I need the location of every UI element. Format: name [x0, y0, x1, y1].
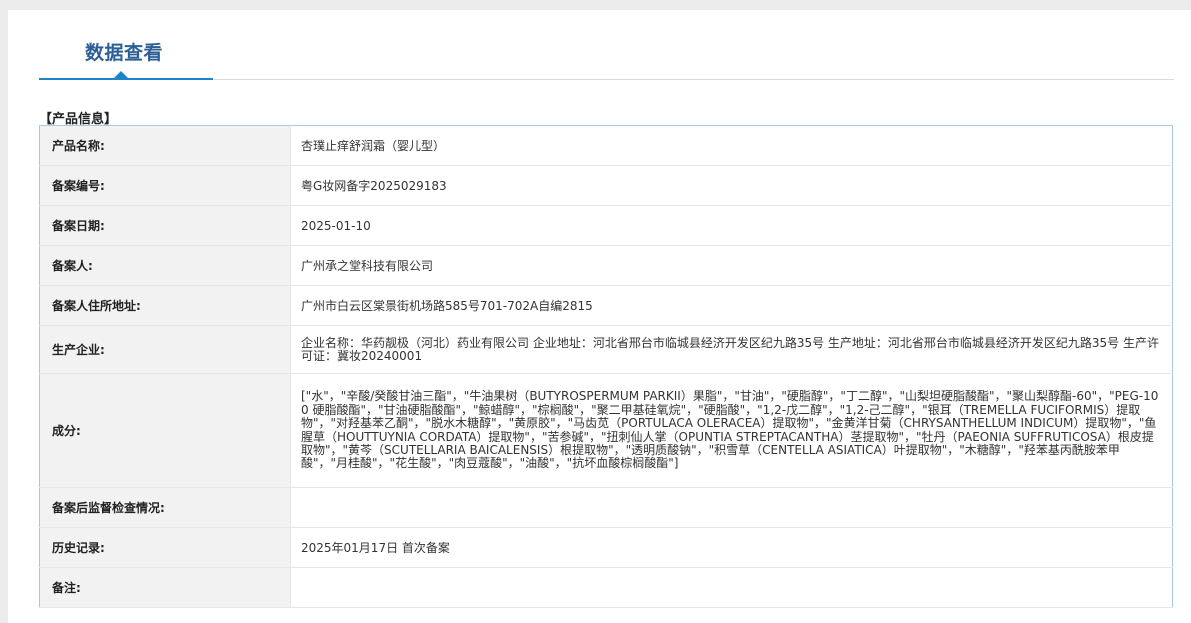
row-value-history: 2025年01月17日 首次备案	[290, 527, 1173, 568]
table-row: 备案人: 广州承之堂科技有限公司	[39, 245, 1173, 286]
table-row: 历史记录: 2025年01月17日 首次备案	[39, 527, 1173, 568]
tab-data-view[interactable]: 数据查看	[85, 38, 163, 65]
row-label-post-filing-inspection: 备案后监督检查情况:	[39, 487, 291, 528]
product-info-table: 产品名称: 杏璞止痒舒润霜（婴儿型） 备案编号: 粤G妆网备字202502918…	[39, 125, 1173, 608]
table-row: 备案日期: 2025-01-10	[39, 205, 1173, 246]
row-label-filer: 备案人:	[39, 245, 291, 286]
tab-active-indicator	[39, 78, 213, 80]
table-row: 备注:	[39, 567, 1173, 608]
row-label-ingredients: 成分:	[39, 373, 291, 488]
row-value-ingredients: ["水"，"辛酸/癸酸甘油三酯"，"牛油果树（BUTYROSPERMUM PAR…	[290, 373, 1173, 488]
table-row: 生产企业: 企业名称：华药靓极（河北）药业有限公司 企业地址：河北省邢台市临城县…	[39, 325, 1173, 374]
row-label-filing-date: 备案日期:	[39, 205, 291, 246]
row-label-history: 历史记录:	[39, 527, 291, 568]
data-view-card: 数据查看 【产品信息】 产品名称: 杏璞止痒舒润霜（婴儿型） 备案编号: 粤G妆…	[8, 10, 1191, 623]
row-value-filer-address: 广州市白云区棠景街机场路585号701-702A自编2815	[290, 285, 1173, 326]
row-value-filing-number: 粤G妆网备字2025029183	[290, 165, 1173, 206]
table-row: 产品名称: 杏璞止痒舒润霜（婴儿型）	[39, 125, 1173, 166]
table-row: 备案编号: 粤G妆网备字2025029183	[39, 165, 1173, 206]
table-row: 备案人住所地址: 广州市白云区棠景街机场路585号701-702A自编2815	[39, 285, 1173, 326]
tab-active-arrow-icon	[114, 71, 128, 78]
row-value-product-name: 杏璞止痒舒润霜（婴儿型）	[290, 125, 1173, 166]
row-label-manufacturer: 生产企业:	[39, 325, 291, 374]
row-label-product-name: 产品名称:	[39, 125, 291, 166]
row-label-remarks: 备注:	[39, 567, 291, 608]
row-value-remarks	[290, 567, 1173, 608]
row-value-filer: 广州承之堂科技有限公司	[290, 245, 1173, 286]
row-value-filing-date: 2025-01-10	[290, 205, 1173, 246]
row-label-filing-number: 备案编号:	[39, 165, 291, 206]
table-row: 成分: ["水"，"辛酸/癸酸甘油三酯"，"牛油果树（BUTYROSPERMUM…	[39, 373, 1173, 488]
row-value-manufacturer: 企业名称：华药靓极（河北）药业有限公司 企业地址：河北省邢台市临城县经济开发区纪…	[290, 325, 1173, 374]
row-label-filer-address: 备案人住所地址:	[39, 285, 291, 326]
row-value-post-filing-inspection	[290, 487, 1173, 528]
table-row: 备案后监督检查情况:	[39, 487, 1173, 528]
